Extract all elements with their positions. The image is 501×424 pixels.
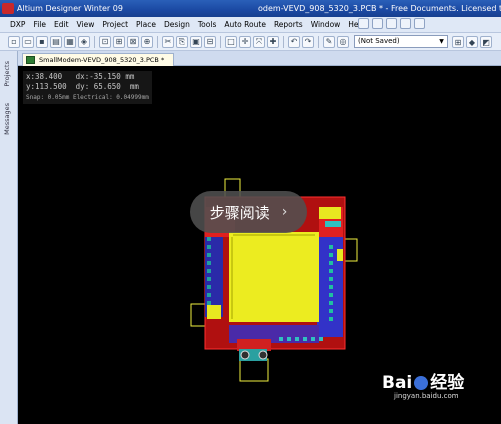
document-tab-label: SmallModem-VEVD_908_5320_3.PCB * — [39, 56, 165, 64]
menu-toolbar-group — [358, 18, 425, 29]
board-insight-icon[interactable]: ⊞ — [452, 36, 464, 48]
menu-design[interactable]: Design — [160, 20, 194, 29]
toolbar-right-group: ⊞ ◆ ◩ — [452, 36, 492, 48]
menu-dxp[interactable]: DXP — [0, 20, 29, 29]
layers-icon[interactable]: ◈ — [78, 35, 90, 48]
standard-toolbar: ▫ ▭ ▪ ▤ ▦ ◈ ⊡ ⊞ ⊠ ⊕ ✂ ⎘ ▣ ⊟ □ ✛ ⤧ ✚ ↶ ↷ … — [0, 33, 501, 51]
altium-logo-icon — [2, 3, 14, 14]
menu-place[interactable]: Place — [132, 20, 160, 29]
pencil-icon[interactable]: ✎ — [323, 35, 335, 48]
menu-auto-route[interactable]: Auto Route — [220, 20, 270, 29]
chevron-right-icon: › — [281, 204, 288, 220]
menu-edit[interactable]: Edit — [50, 20, 73, 29]
grid-tool-icon[interactable] — [414, 18, 425, 29]
menu-tools[interactable]: Tools — [194, 20, 220, 29]
print-preview-icon[interactable]: ▦ — [64, 35, 76, 48]
document-tab[interactable]: SmallModem-VEVD_908_5320_3.PCB * — [22, 53, 174, 66]
menu-reports[interactable]: Reports — [270, 20, 307, 29]
new-file-icon[interactable]: ▫ — [8, 35, 20, 48]
step-reading-label: 步骤阅读 — [209, 203, 270, 222]
silkscreen-box — [239, 358, 269, 382]
select-tool-icon[interactable] — [400, 18, 411, 29]
wire-tool-icon[interactable] — [358, 18, 369, 29]
title-bar: Altium Designer Winter 09 odem-VEVD_908_… — [0, 0, 501, 17]
open-folder-icon[interactable]: ▭ — [22, 35, 34, 48]
component-tool-icon[interactable] — [372, 18, 383, 29]
pcb-canvas[interactable]: x:38.400 dx:-35.150 mm y:113.500 dy: 65.… — [19, 67, 501, 424]
messages-panel-tab[interactable]: Messages — [3, 103, 15, 135]
silkscreen-box — [190, 303, 206, 327]
watermark-url: jingyan.baidu.com — [394, 392, 459, 400]
rubber-stamp-icon[interactable]: ⊟ — [204, 35, 216, 48]
component-pad — [207, 305, 221, 319]
align-tool-icon[interactable] — [386, 18, 397, 29]
toolbar-separator — [94, 35, 95, 48]
select-area-icon[interactable]: □ — [225, 35, 237, 48]
zoom-selected-icon[interactable]: ⊠ — [127, 35, 139, 48]
window-title: odem-VEVD_908_5320_3.PCB * - Free Docume… — [258, 4, 501, 13]
baidu-watermark: Bai 经验 jingyan.baidu.com — [382, 368, 464, 400]
copper-pour-area — [229, 232, 319, 322]
save-icon[interactable]: ▪ — [36, 35, 48, 48]
toolbar-separator — [318, 35, 319, 48]
watermark-logo-left: Bai — [382, 373, 413, 393]
browse-icon[interactable]: ◎ — [337, 35, 349, 48]
component-pad — [325, 221, 341, 227]
move-icon[interactable]: ✛ — [239, 35, 251, 48]
watermark-logo-right: 经验 — [430, 373, 465, 393]
redo-icon[interactable]: ↷ — [302, 35, 314, 48]
cross-probe-icon[interactable]: ✚ — [267, 35, 279, 48]
zoom-area-icon[interactable]: ⊞ — [113, 35, 125, 48]
component-pad — [319, 207, 341, 219]
print-icon[interactable]: ▤ — [50, 35, 62, 48]
toolbar-separator — [283, 35, 284, 48]
save-state-select[interactable]: (Not Saved) ▼ — [354, 35, 448, 48]
menu-view[interactable]: View — [73, 20, 99, 29]
paw-icon — [414, 376, 429, 390]
undo-icon[interactable]: ↶ — [288, 35, 300, 48]
menu-window[interactable]: Window — [307, 20, 345, 29]
side-panel-strip: Projects Messages — [0, 51, 18, 424]
watermark-logo: Bai 经验 — [382, 368, 464, 393]
chevron-down-icon: ▼ — [439, 38, 444, 45]
step-reading-button[interactable]: 步骤阅读 › — [190, 191, 307, 233]
toolbar-separator — [220, 35, 221, 48]
projects-panel-tab[interactable]: Projects — [3, 61, 15, 87]
document-tab-bar: SmallModem-VEVD_908_5320_3.PCB * — [18, 51, 501, 66]
app-title: Altium Designer Winter 09 — [17, 4, 123, 13]
zoom-fit-icon[interactable]: ⊡ — [99, 35, 111, 48]
cut-icon[interactable]: ✂ — [162, 35, 174, 48]
copy-icon[interactable]: ⎘ — [176, 35, 188, 48]
menu-bar: DXP File Edit View Project Place Design … — [0, 17, 501, 33]
highlight-icon[interactable]: ◆ — [466, 36, 478, 48]
mask-icon[interactable]: ◩ — [480, 36, 492, 48]
deselect-icon[interactable]: ⤧ — [253, 35, 265, 48]
mounting-hole — [258, 350, 268, 360]
menu-file[interactable]: File — [29, 20, 50, 29]
menu-project[interactable]: Project — [98, 20, 132, 29]
mounting-hole — [240, 350, 250, 360]
zoom-filter-icon[interactable]: ⊕ — [141, 35, 153, 48]
pcb-document-icon — [26, 56, 35, 64]
paste-icon[interactable]: ▣ — [190, 35, 202, 48]
component-pad — [337, 249, 343, 261]
save-state-value: (Not Saved) — [358, 37, 400, 45]
toolbar-separator — [157, 35, 158, 48]
